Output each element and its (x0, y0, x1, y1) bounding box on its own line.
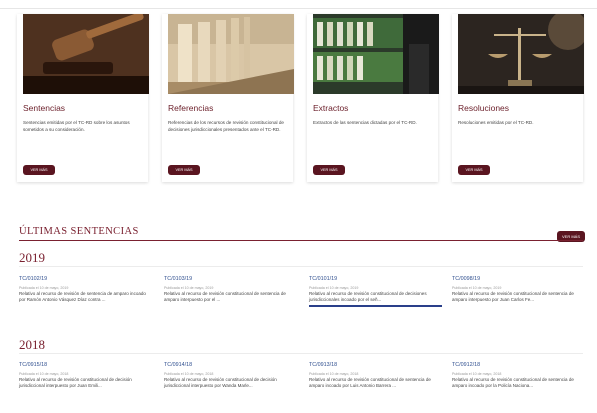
sentence-id-link[interactable]: TC/0103/19 (164, 276, 297, 282)
publish-date: Publicada el 10 de mayo, 2019 (309, 286, 359, 290)
justice-scale-photo[interactable] (458, 14, 584, 94)
gavel-photo[interactable] (23, 14, 149, 94)
list-item[interactable]: TC/0915/18 Publicada el 10 de mayo, 2018… (19, 362, 152, 388)
card-title[interactable]: Extractos (313, 103, 348, 113)
sentence-id-link[interactable]: TC/0101/19 (309, 276, 442, 282)
card-description: Sentencias emitidas por el TC-RD sobre l… (23, 120, 130, 132)
list-item[interactable]: TC/0103/19 Publicada el 10 de mayo, 2019… (164, 276, 297, 302)
sentence-id-link[interactable]: TC/0915/18 (19, 362, 152, 368)
card-title[interactable]: Resoluciones (458, 103, 509, 113)
card-description: Extractos de las sentencias dictadas por… (313, 120, 417, 125)
sentence-summary: Relativo al recurso de revisión constitu… (19, 377, 132, 388)
year-heading: 2019 (19, 250, 45, 265)
ver-mas-button[interactable]: VER MÁS (458, 165, 490, 175)
card-resoluciones[interactable]: Resoluciones Resoluciones emitidas por e… (452, 14, 584, 182)
sentence-id-link[interactable]: TC/0912/18 (452, 362, 585, 368)
list-item[interactable]: TC/0913/18 Publicada el 10 de mayo, 2018… (309, 362, 442, 388)
columns-photo[interactable] (168, 14, 294, 94)
publish-date: Publicada el 10 de mayo, 2019 (19, 286, 69, 290)
year-heading: 2018 (19, 337, 45, 352)
card-sentencias[interactable]: Sentencias Sentencias emitidas por el TC… (17, 14, 149, 182)
year-divider (19, 353, 583, 354)
category-cards: Sentencias Sentencias emitidas por el TC… (17, 14, 584, 184)
sentence-summary: Relativo al recurso de revisión constitu… (452, 377, 574, 388)
sentence-summary: Relativo al recurso de revisión constitu… (309, 377, 431, 388)
binders-photo[interactable] (313, 14, 439, 94)
sentence-summary: Relativo al recurso de revisión constitu… (164, 291, 286, 302)
publish-date: Publicada el 10 de mayo, 2018 (309, 372, 359, 376)
top-divider (0, 8, 597, 9)
list-item[interactable]: TC/0098/19 Publicada el 10 de mayo, 2019… (452, 276, 585, 302)
sentence-summary: Relativo al recurso de revisión constitu… (309, 291, 427, 302)
section-title: ÚLTIMAS SENTENCIAS (19, 226, 139, 237)
list-item[interactable]: TC/0101/19 Publicada el 10 de mayo, 2019… (309, 276, 442, 308)
publish-date: Publicada el 10 de mayo, 2018 (164, 372, 214, 376)
sentence-id-link[interactable]: TC/0102/19 (19, 276, 152, 282)
card-extractos[interactable]: Extractos Extractos de las sentencias di… (307, 14, 439, 182)
card-title[interactable]: Sentencias (23, 103, 65, 113)
publish-date: Publicada el 10 de mayo, 2019 (164, 286, 214, 290)
card-referencias[interactable]: Referencias Referencias de los recursos … (162, 14, 294, 182)
list-item[interactable]: TC/0102/19 Publicada el 10 de mayo, 2019… (19, 276, 152, 302)
year-divider (19, 266, 583, 267)
sentence-summary: Relativo al recurso de revisión constitu… (452, 291, 574, 302)
sentence-summary: Relativo al recurso de revisión de sente… (19, 291, 146, 302)
publish-date: Publicada el 10 de mayo, 2019 (452, 286, 502, 290)
ver-mas-button[interactable]: VER MÁS (168, 165, 200, 175)
sentence-id-link[interactable]: TC/0098/19 (452, 276, 585, 282)
list-item[interactable]: TC/0914/18 Publicada el 10 de mayo, 2018… (164, 362, 297, 388)
publish-date: Publicada el 10 de mayo, 2018 (452, 372, 502, 376)
card-title[interactable]: Referencias (168, 103, 213, 113)
publish-date: Publicada el 10 de mayo, 2018 (19, 372, 69, 376)
sentence-summary: Relativo al recurso de revisión constitu… (164, 377, 277, 388)
ver-mas-button[interactable]: VER MÁS (23, 165, 55, 175)
card-description: Referencias de los recursos de revisión … (168, 120, 284, 132)
sentence-id-link[interactable]: TC/0914/18 (164, 362, 297, 368)
card-description: Resoluciones emitidas por el TC-RD. (458, 120, 534, 125)
hover-highlight-bar (309, 305, 442, 308)
sentence-id-link[interactable]: TC/0913/18 (309, 362, 442, 368)
list-item[interactable]: TC/0912/18 Publicada el 10 de mayo, 2018… (452, 362, 585, 388)
ver-mas-button[interactable]: VER MÁS (313, 165, 345, 175)
section-divider (19, 240, 583, 241)
